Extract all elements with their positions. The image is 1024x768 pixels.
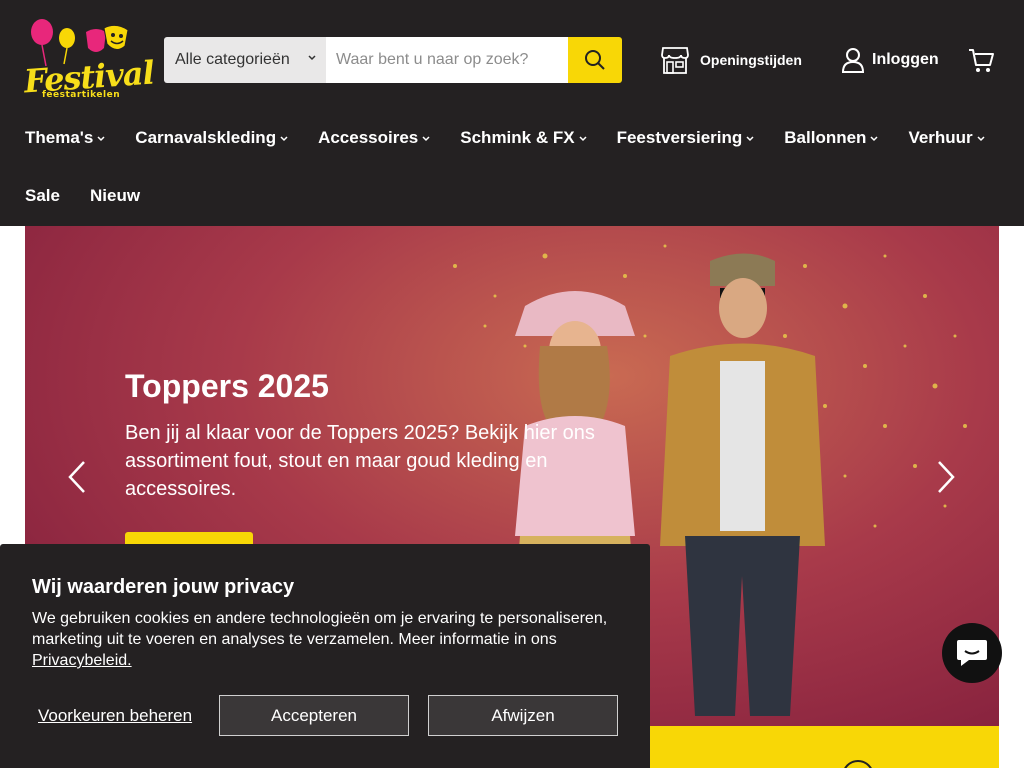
hero-title: Toppers 2025 — [125, 368, 329, 404]
chevron-down-icon — [579, 136, 587, 142]
chevron-down-icon — [308, 55, 316, 61]
user-icon — [842, 48, 864, 73]
site-logo[interactable]: Festival feestartikelen — [22, 18, 155, 102]
nav-item-label: Feestversiering — [616, 128, 743, 147]
chevron-down-icon — [280, 136, 288, 142]
man-model-image — [660, 253, 825, 716]
logo-subtext: feestartikelen — [42, 90, 121, 100]
chevron-down-icon — [977, 136, 985, 142]
cart-icon — [969, 49, 994, 72]
chevron-down-icon — [870, 136, 878, 142]
nav-item-label: Schmink & FX — [460, 128, 575, 147]
cart-button[interactable] — [967, 46, 995, 79]
nav-item-accessoires[interactable]: Accessoires — [318, 128, 431, 148]
nav-item-verhuur[interactable]: Verhuur — [908, 128, 985, 148]
search-bar: Alle categorieën — [164, 37, 622, 83]
chevron-left-icon[interactable] — [67, 460, 87, 494]
chevron-down-icon — [97, 136, 105, 142]
search-input[interactable] — [326, 37, 568, 83]
cookie-description: We gebruiken cookies en andere technolog… — [32, 608, 612, 671]
secondary-nav: Sale Nieuw — [25, 186, 170, 206]
main-nav: Thema's Carnavalskleding Accessoires Sch… — [25, 128, 1015, 148]
nav-item-label: Nieuw — [89, 186, 141, 205]
nav-item-label: Accessoires — [318, 128, 419, 147]
site-header: Festival feestartikelen Alle categorieën… — [0, 0, 1024, 226]
nav-item-label: Thema's — [25, 128, 94, 147]
category-select[interactable]: Alle categorieën — [164, 37, 326, 83]
manage-preferences-link[interactable]: Voorkeuren beheren — [38, 706, 192, 726]
chevron-down-icon — [422, 136, 430, 142]
category-select-label: Alle categorieën — [175, 51, 290, 68]
search-button[interactable] — [568, 37, 622, 83]
nav-item-carnavalskleding[interactable]: Carnavalskleding — [135, 128, 289, 148]
hero-description: Ben jij al klaar voor de Toppers 2025? B… — [125, 422, 595, 500]
nav-item-feestversiering[interactable]: Feestversiering — [617, 128, 756, 148]
accept-button[interactable]: Accepteren — [219, 695, 409, 736]
login-link[interactable]: Inloggen — [842, 47, 939, 73]
reject-button[interactable]: Afwijzen — [428, 695, 618, 736]
chat-button[interactable] — [942, 623, 1002, 683]
usp-bar — [650, 726, 999, 768]
chat-icon — [957, 640, 987, 666]
nav-item-label: Carnavalskleding — [135, 128, 277, 147]
cookie-body-text: We gebruiken cookies en andere technolog… — [32, 610, 608, 648]
nav-item-label: Ballonnen — [784, 128, 867, 147]
nav-item-ballonnen[interactable]: Ballonnen — [784, 128, 879, 148]
login-label: Inloggen — [872, 51, 939, 68]
chevron-right-icon[interactable] — [936, 460, 956, 494]
nav-item-sale[interactable]: Sale — [25, 186, 60, 206]
privacy-policy-link[interactable]: Privacybeleid. — [32, 652, 132, 669]
cookie-banner: Wij waarderen jouw privacy We gebruiken … — [0, 544, 650, 768]
cookie-title: Wij waarderen jouw privacy — [32, 576, 295, 598]
store-icon — [661, 47, 689, 74]
nav-item-themas[interactable]: Thema's — [25, 128, 106, 148]
nav-item-label: Verhuur — [908, 128, 973, 147]
nav-item-schmink-fx[interactable]: Schmink & FX — [460, 128, 587, 148]
chevron-down-icon — [746, 136, 754, 142]
nav-item-label: Sale — [25, 186, 60, 205]
search-icon — [585, 50, 605, 70]
store-hours-link[interactable]: Openingstijden — [660, 44, 802, 76]
store-hours-label: Openingstijden — [700, 52, 802, 68]
nav-item-nieuw[interactable]: Nieuw — [90, 186, 140, 206]
